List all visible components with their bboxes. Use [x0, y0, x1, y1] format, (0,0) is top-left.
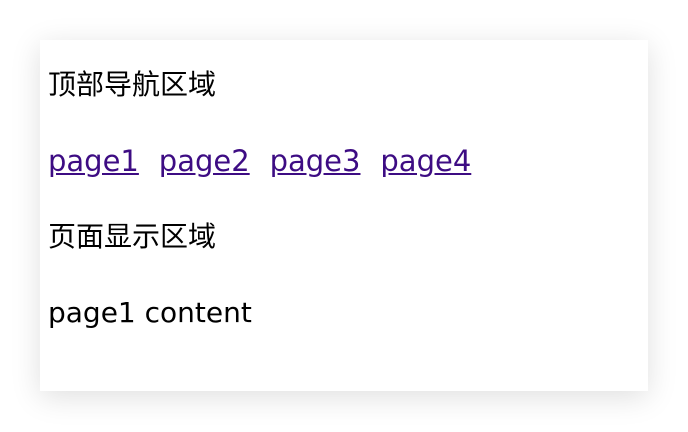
- nav-link-page1[interactable]: page1: [48, 144, 139, 178]
- nav-area-title: 顶部导航区域: [48, 68, 217, 101]
- nav-links: page1 page2 page3 page4: [48, 144, 471, 179]
- nav-link-page4[interactable]: page4: [380, 144, 471, 178]
- app-container: 顶部导航区域 page1 page2 page3 page4 页面显示区域 pa…: [40, 40, 648, 391]
- view-area-title: 页面显示区域: [48, 220, 217, 253]
- nav-link-page3[interactable]: page3: [270, 144, 361, 178]
- nav-link-page2[interactable]: page2: [159, 144, 250, 178]
- page-content: page1 content: [48, 296, 252, 329]
